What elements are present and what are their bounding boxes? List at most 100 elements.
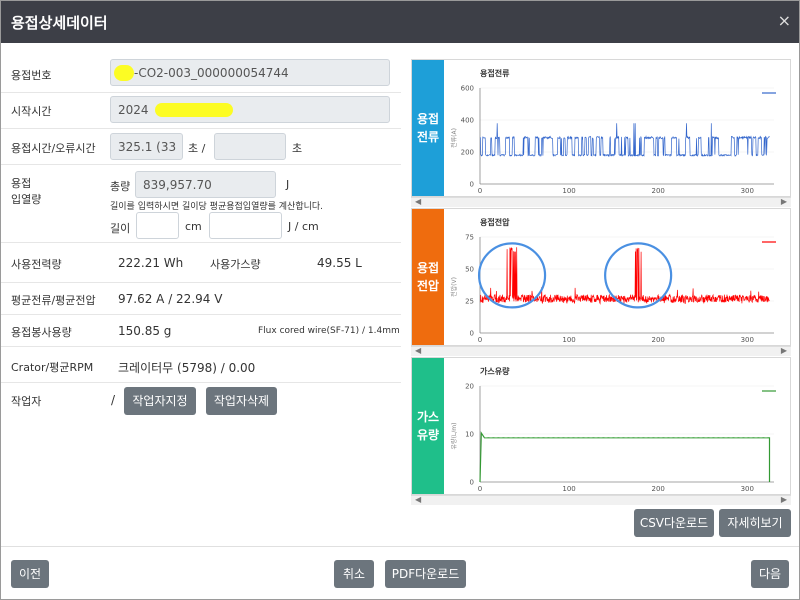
current-side-label: 용접 전류 [412,60,444,196]
total-unit: J [286,178,290,191]
close-icon[interactable]: × [778,11,791,30]
gas-side-label: 가스 유량 [412,358,444,494]
weld-no-row: 용접번호 -CO2-003_000000054744 [1,57,401,93]
csv-download-button[interactable]: CSV다운로드 [634,509,714,537]
current-panel: 용접 전류 용접전류전류(A) 0 200 400 600 0 100 200 300 [411,59,791,197]
wire-label: 용접봉사용량 [11,326,72,339]
worker-label: 작업자 [11,395,42,408]
start-time-row: 시작시간 2024 [1,93,401,129]
x-tick-label: 100 [562,336,575,344]
length-hint: 길이를 입력하시면 길이당 평균용접입열량를 계산합니다. [110,202,324,212]
voltage-panel: 용접 전압 용접전압전압(V) 0 25 50 75 0 100 200 300 [411,208,791,346]
heat-input-row: 용접 입열량 총량 839,957.70 J 길이를 입력하시면 길이당 평균용… [1,165,401,243]
wire-value: 150.85 g [118,324,172,338]
power-value: 222.21 Wh [118,256,184,270]
detail-view-button[interactable]: 자세히보기 [719,509,791,537]
chart-title: 가스유량 [480,366,510,376]
error-time-unit: 초 [292,142,303,155]
welding-detail-dialog: 용접상세데이터 × 용접번호 -CO2-003_000000054744 시작시… [0,0,800,600]
x-tick-label: 300 [741,336,754,344]
y-tick-label: 10 [465,431,474,439]
total-label: 총량 [110,180,131,193]
x-tick-label: 0 [478,336,482,344]
delete-worker-button[interactable]: 작업자삭제 [206,387,277,415]
x-tick-label: 0 [478,187,482,195]
heat-input-label-2: 입열량 [11,193,42,206]
wire-row: 용접봉사용량 150.85 g Flux cored wire(SF-71) /… [1,315,401,347]
y-tick-label: 50 [465,266,474,274]
y-tick-label: 0 [470,181,474,189]
length-label: 길이 [110,222,131,235]
start-time-label: 시작시간 [11,105,52,118]
weld-time-unit: 초 / [188,142,206,155]
y-tick-label: 20 [465,383,474,391]
length-unit: cm [185,220,202,233]
prev-button[interactable]: 이전 [11,560,49,588]
y-axis-label: 전류(A) [450,128,458,148]
y-tick-label: 400 [461,117,474,125]
current-chart: 용접전류전류(A) 0 200 400 600 0 100 200 300 [450,68,776,195]
weld-time-label: 용접시간/오류시간 [11,142,96,155]
wire-type: Flux cored wire(SF-71) / 1.4mm [258,326,400,336]
avg-row: 평균전류/평균전압 97.62 A / 22.94 V [1,283,401,315]
x-tick-label: 200 [651,336,664,344]
heat-per-length-field [209,212,282,239]
avg-label: 평균전류/평균전압 [11,294,96,307]
x-tick-label: 300 [741,187,754,195]
highlight-mark [155,103,233,117]
gas-panel: 가스 유량 가스유량 유량(L/m) 0 10 20 0 100 200 300 [411,357,791,495]
gas-usage-label: 사용가스량 [210,258,261,271]
voltage-side-label: 용접 전압 [412,209,444,345]
x-tick-label: 100 [562,485,575,493]
y-tick-label: 600 [461,85,474,93]
weld-time-row: 용접시간/오류시간 325.1 (33 초 / 초 [1,129,401,165]
weld-no-label: 용접번호 [11,69,52,82]
data-line [479,123,770,158]
gas-chart: 가스유량유량(L/m)010200 100 200 300 [451,366,776,493]
gas-usage-value: 49.55 L [317,256,362,270]
weld-no-field: -CO2-003_000000054744 [110,59,390,86]
avg-value: 97.62 A / 22.94 V [118,292,223,306]
next-button[interactable]: 다음 [751,560,789,588]
worker-value: / [111,393,116,407]
y-axis-label: 유량(L/m) [451,423,458,450]
chart-title: 용접전압 [480,217,510,227]
assign-worker-button[interactable]: 작업자지정 [124,387,196,415]
power-label: 사용전력량 [11,258,62,271]
y-axis-label: 전압(V) [450,277,458,297]
error-time-field [214,133,286,160]
gas-scrollbar[interactable]: ◀ ▶ [411,495,791,505]
heat-input-label-1: 용접 [11,177,32,190]
highlight-mark [114,65,134,81]
voltage-scrollbar[interactable]: ◀ ▶ [411,346,791,356]
footer-divider [1,546,799,547]
crater-value: 크레이터무 (5798) / 0.00 [118,361,256,375]
x-tick-label: 200 [651,485,664,493]
y-tick-label: 0 [470,479,474,487]
data-line [479,247,770,305]
y-tick-label: 200 [461,149,474,157]
data-line [479,431,771,483]
heat-per-length-unit: J / cm [288,220,319,233]
dialog-header: 용접상세데이터 × [1,1,799,43]
start-time-field: 2024 [110,96,390,123]
length-input[interactable] [136,212,179,239]
cancel-button[interactable]: 취소 [334,560,374,588]
crater-row: Crator/평균RPM 크레이터무 (5798) / 0.00 [1,347,401,383]
dialog-title: 용접상세데이터 [11,14,108,32]
pdf-download-button[interactable]: PDF다운로드 [385,560,466,588]
y-tick-label: 0 [470,330,474,338]
power-row: 사용전력량 222.21 Wh 사용가스량 49.55 L [1,243,401,283]
y-tick-label: 25 [465,298,474,306]
chart-title: 용접전류 [480,68,510,78]
x-tick-label: 100 [562,187,575,195]
crater-label: Crator/평균RPM [11,361,94,374]
total-heat-field: 839,957.70 [135,171,276,198]
current-scrollbar[interactable]: ◀ ▶ [411,197,791,207]
voltage-chart: 용접전압전압(V) 0 25 50 75 0 100 200 300 [450,217,776,344]
worker-row: 작업자 / 작업자지정 작업자삭제 [1,383,401,425]
x-tick-label: 0 [478,485,482,493]
y-tick-label: 75 [465,234,474,242]
x-tick-label: 200 [651,187,664,195]
x-tick-label: 300 [741,485,754,493]
